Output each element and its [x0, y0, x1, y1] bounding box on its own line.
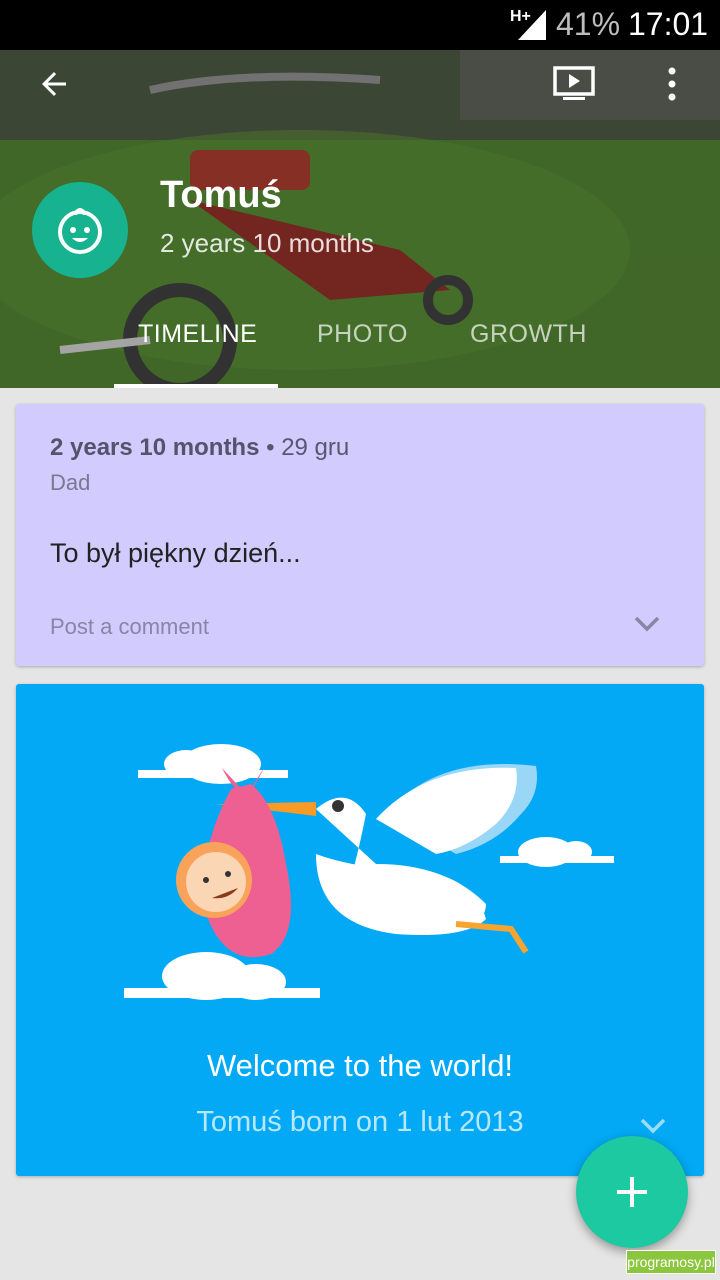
status-bar: H+ 41% 17:01 — [0, 0, 720, 50]
child-name: Tomuś — [160, 174, 282, 216]
slideshow-icon — [553, 66, 595, 100]
welcome-title: Welcome to the world! — [206, 1048, 514, 1083]
tab-photo[interactable]: PHOTO — [317, 320, 408, 349]
add-entry-button[interactable] — [576, 1136, 688, 1248]
plus-icon — [617, 1177, 647, 1207]
watermark: programosy.pl — [626, 1250, 716, 1274]
more-vert-icon — [668, 67, 676, 101]
post-comment-link[interactable]: Post a comment — [50, 614, 209, 640]
post-age: 2 years 10 months — [50, 434, 260, 461]
child-avatar[interactable] — [32, 182, 128, 278]
stork-illustration — [124, 744, 614, 1000]
arrow-back-icon — [42, 72, 66, 96]
birth-date-text: Tomuś born on 1 lut 2013 — [196, 1106, 524, 1138]
post-text: To był piękny dzień... — [50, 538, 301, 568]
profile-header: Tomuś 2 years 10 months TIMELINE PHOTO G… — [0, 50, 720, 388]
signal-icon — [518, 10, 546, 40]
post-date: 29 gru — [281, 434, 350, 461]
chevron-down-icon[interactable] — [632, 614, 662, 634]
tab-growth[interactable]: GROWTH — [470, 320, 587, 349]
more-options-button[interactable] — [648, 60, 696, 108]
active-tab-indicator — [114, 384, 278, 388]
chevron-down-icon[interactable] — [638, 1116, 668, 1136]
post-meta: 2 years 10 months • 29 gru — [50, 434, 349, 462]
battery-level: 41% — [556, 6, 621, 42]
clock: 17:01 — [628, 6, 709, 42]
birth-announcement-card[interactable]: Welcome to the world! Tomuś born on 1 lu… — [16, 684, 704, 1176]
child-age: 2 years 10 months — [160, 228, 374, 258]
slideshow-button[interactable] — [550, 60, 598, 108]
tab-bar: TIMELINE PHOTO GROWTH — [0, 312, 720, 388]
post-separator: • — [259, 434, 282, 461]
post-author: Dad — [50, 470, 91, 495]
tab-timeline[interactable]: TIMELINE — [138, 320, 257, 349]
timeline-post-card[interactable]: 2 years 10 months • 29 gru Dad To był pi… — [16, 404, 704, 666]
back-button[interactable] — [30, 60, 78, 108]
baby-face-icon — [58, 208, 102, 254]
